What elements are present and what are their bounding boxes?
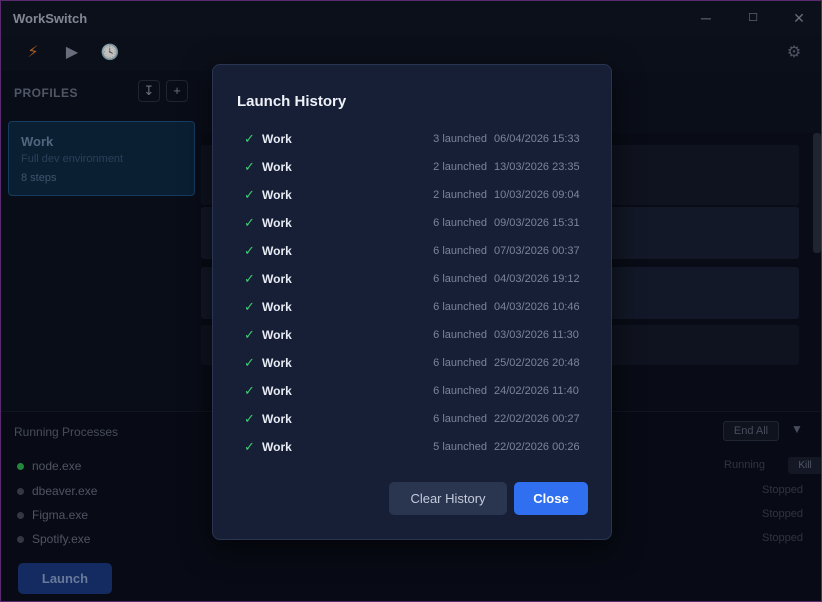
history-row: ✓ Work 6 launched 03/03/2026 11:30 xyxy=(213,327,613,355)
history-row: ✓ Work 6 launched 04/03/2026 19:12 xyxy=(213,271,613,299)
check-icon: ✓ xyxy=(244,355,255,370)
dialog-title: Launch History xyxy=(237,93,347,110)
history-profile-name: Work xyxy=(262,356,292,370)
history-date: 06/04/2026 15:33 xyxy=(494,133,580,145)
check-icon: ✓ xyxy=(244,271,255,286)
history-row: ✓ Work 2 launched 10/03/2026 09:04 xyxy=(213,187,613,215)
history-date: 03/03/2026 11:30 xyxy=(494,329,579,341)
check-icon: ✓ xyxy=(244,299,255,314)
check-icon: ✓ xyxy=(244,131,255,146)
history-launch-count: 6 launched xyxy=(433,245,487,257)
history-row: ✓ Work 5 launched 22/02/2026 00:26 xyxy=(213,439,613,467)
history-launch-count: 6 launched xyxy=(433,217,487,229)
history-profile-name: Work xyxy=(262,412,292,426)
history-date: 04/03/2026 10:46 xyxy=(494,301,580,313)
history-date: 07/03/2026 00:37 xyxy=(494,245,580,257)
history-launch-count: 6 launched xyxy=(433,385,487,397)
history-row: ✓ Work 6 launched 07/03/2026 00:37 xyxy=(213,243,613,271)
history-launch-count: 6 launched xyxy=(433,357,487,369)
history-profile-name: Work xyxy=(262,328,292,342)
history-date: 24/02/2026 11:40 xyxy=(494,385,579,397)
history-date: 25/02/2026 20:48 xyxy=(494,357,580,369)
history-date: 09/03/2026 15:31 xyxy=(494,217,580,229)
history-row: ✓ Work 3 launched 06/04/2026 15:33 xyxy=(213,131,613,159)
check-icon: ✓ xyxy=(244,243,255,258)
history-row: ✓ Work 6 launched 09/03/2026 15:31 xyxy=(213,215,613,243)
history-launch-count: 2 launched xyxy=(433,161,487,173)
check-icon: ✓ xyxy=(244,439,255,454)
history-row: ✓ Work 6 launched 24/02/2026 11:40 xyxy=(213,383,613,411)
clear-history-button[interactable]: Clear History xyxy=(389,482,507,515)
history-profile-name: Work xyxy=(262,132,292,146)
history-profile-name: Work xyxy=(262,160,292,174)
check-icon: ✓ xyxy=(244,187,255,202)
app-window: WorkSwitch ─ ☐ ✕ ⚡ ▶ 🕓 ⚙ PROFILES ↧ + Wo… xyxy=(0,0,822,602)
history-profile-name: Work xyxy=(262,440,292,454)
history-launch-count: 5 launched xyxy=(433,441,487,453)
launch-history-dialog: Launch History ✓ Work 3 launched 06/04/2026… xyxy=(212,64,612,540)
history-launch-count: 6 launched xyxy=(433,329,487,341)
check-icon: ✓ xyxy=(244,159,255,174)
check-icon: ✓ xyxy=(244,327,255,342)
check-icon: ✓ xyxy=(244,383,255,398)
history-profile-name: Work xyxy=(262,216,292,230)
history-launch-count: 6 launched xyxy=(433,301,487,313)
history-launch-count: 2 launched xyxy=(433,189,487,201)
history-row: ✓ Work 6 launched 22/02/2026 00:27 xyxy=(213,411,613,439)
history-row: ✓ Work 6 launched 25/02/2026 20:48 xyxy=(213,355,613,383)
check-icon: ✓ xyxy=(244,215,255,230)
history-launch-count: 3 launched xyxy=(433,133,487,145)
history-profile-name: Work xyxy=(262,272,292,286)
history-row: ✓ Work 2 launched 13/03/2026 23:35 xyxy=(213,159,613,187)
history-profile-name: Work xyxy=(262,188,292,202)
history-date: 22/02/2026 00:26 xyxy=(494,441,580,453)
history-profile-name: Work xyxy=(262,244,292,258)
history-profile-name: Work xyxy=(262,300,292,314)
close-button[interactable]: Close xyxy=(514,482,588,515)
check-icon: ✓ xyxy=(244,411,255,426)
history-date: 13/03/2026 23:35 xyxy=(494,161,580,173)
history-date: 22/02/2026 00:27 xyxy=(494,413,580,425)
history-profile-name: Work xyxy=(262,384,292,398)
history-launch-count: 6 launched xyxy=(433,413,487,425)
history-row: ✓ Work 6 launched 04/03/2026 10:46 xyxy=(213,299,613,327)
history-launch-count: 6 launched xyxy=(433,273,487,285)
history-date: 10/03/2026 09:04 xyxy=(494,189,580,201)
history-date: 04/03/2026 19:12 xyxy=(494,273,580,285)
